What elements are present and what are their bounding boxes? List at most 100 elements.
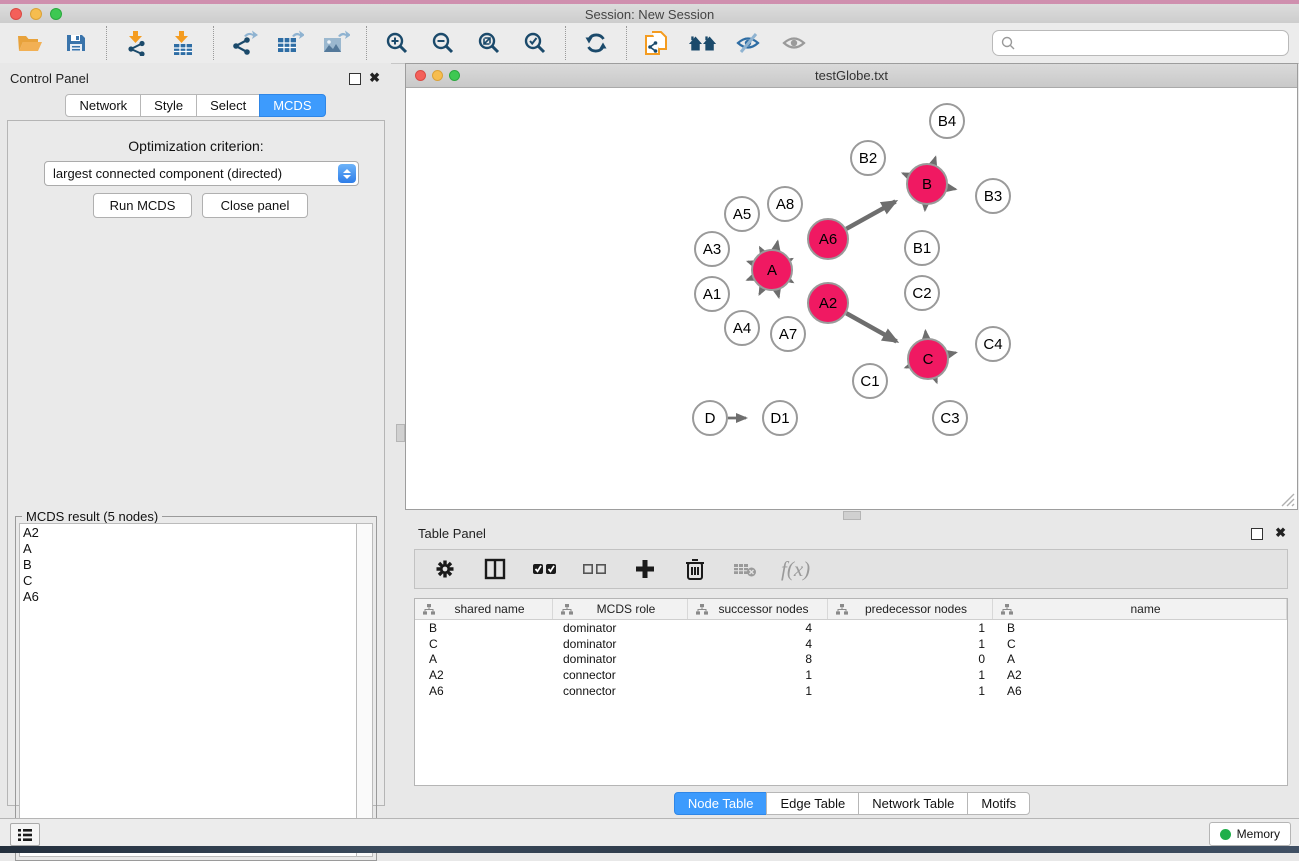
- graph-node-A5[interactable]: A5: [725, 197, 759, 231]
- tab-network-table[interactable]: Network Table: [858, 792, 968, 815]
- graph-node-C3[interactable]: C3: [933, 401, 967, 435]
- tab-motifs[interactable]: Motifs: [967, 792, 1030, 815]
- table-row[interactable]: Cdominator41C: [415, 636, 1287, 652]
- close-panel-icon[interactable]: ✖: [369, 70, 380, 86]
- refresh-view-icon[interactable]: [581, 28, 611, 58]
- search-box[interactable]: [992, 30, 1289, 56]
- first-neighbors-icon[interactable]: [688, 28, 718, 58]
- graph-node-B[interactable]: B: [907, 164, 947, 204]
- new-network-from-selection-icon[interactable]: [642, 28, 672, 58]
- edge-A6-B[interactable]: [846, 201, 895, 228]
- float-panel-icon[interactable]: [349, 73, 361, 85]
- function-builder-icon[interactable]: f(x): [781, 557, 810, 582]
- show-all-icon[interactable]: [780, 28, 810, 58]
- export-table-icon[interactable]: [275, 28, 305, 58]
- edge-C-C4[interactable]: [948, 353, 956, 355]
- select-all-columns-icon[interactable]: [531, 555, 559, 583]
- column-header-shared-name[interactable]: shared name: [415, 599, 553, 619]
- column-header-successor-nodes[interactable]: successor nodes: [688, 599, 828, 619]
- table-row[interactable]: Bdominator41B: [415, 620, 1287, 636]
- delete-columns-icon[interactable]: [681, 555, 709, 583]
- close-panel-button[interactable]: Close panel: [202, 193, 308, 218]
- edge-B-B2[interactable]: [903, 173, 908, 175]
- memory-button[interactable]: Memory: [1209, 822, 1291, 846]
- zoom-fit-icon[interactable]: [474, 28, 504, 58]
- run-mcds-button[interactable]: Run MCDS: [93, 193, 192, 218]
- horizontal-divider-grip[interactable]: [843, 511, 861, 520]
- tab-network[interactable]: Network: [65, 94, 141, 117]
- edge-A-A2[interactable]: [790, 281, 793, 283]
- mcds-result-item[interactable]: B: [23, 557, 358, 573]
- graph-node-C1[interactable]: C1: [853, 364, 887, 398]
- open-session-icon[interactable]: [15, 28, 45, 58]
- column-header-predecessor-nodes[interactable]: predecessor nodes: [828, 599, 993, 619]
- close-table-panel-icon[interactable]: ✖: [1275, 525, 1286, 541]
- delete-table-icon[interactable]: [731, 555, 759, 583]
- tab-node-table[interactable]: Node Table: [674, 792, 768, 815]
- unselect-all-columns-icon[interactable]: [581, 555, 609, 583]
- graph-node-A1[interactable]: A1: [695, 277, 729, 311]
- table-options-icon[interactable]: [431, 555, 459, 583]
- edge-A-A4[interactable]: [759, 289, 762, 295]
- graph-node-B2[interactable]: B2: [851, 141, 885, 175]
- edge-C-C1[interactable]: [906, 366, 909, 367]
- edge-B-B4[interactable]: [933, 157, 935, 164]
- window-resize-grip[interactable]: [1279, 491, 1295, 507]
- graph-node-A4[interactable]: A4: [725, 311, 759, 345]
- network-canvas[interactable]: AA1A2A3A4A5A6A7A8BB1B2B3B4CC1C2C3C4DD1: [406, 88, 1297, 509]
- graph-node-C4[interactable]: C4: [976, 327, 1010, 361]
- show-columns-icon[interactable]: [481, 555, 509, 583]
- table-row[interactable]: Adominator80A: [415, 652, 1287, 668]
- mcds-result-item[interactable]: A6: [23, 589, 358, 605]
- tab-style[interactable]: Style: [140, 94, 197, 117]
- mcds-result-item[interactable]: A2: [23, 525, 358, 541]
- edge-A-A8[interactable]: [776, 241, 778, 249]
- graph-node-D[interactable]: D: [693, 401, 727, 435]
- search-input[interactable]: [1019, 33, 1288, 53]
- zoom-in-icon[interactable]: [382, 28, 412, 58]
- graph-node-B1[interactable]: B1: [905, 231, 939, 265]
- zoom-selected-icon[interactable]: [520, 28, 550, 58]
- task-history-button[interactable]: [10, 823, 40, 846]
- edge-B-B3[interactable]: [948, 188, 956, 189]
- export-image-icon[interactable]: [321, 28, 351, 58]
- graph-node-D1[interactable]: D1: [763, 401, 797, 435]
- graph-node-B4[interactable]: B4: [930, 104, 964, 138]
- edge-C-C2[interactable]: [925, 331, 926, 338]
- graph-node-A7[interactable]: A7: [771, 317, 805, 351]
- optimization-select[interactable]: largest connected component (directed): [44, 161, 359, 186]
- mcds-result-item[interactable]: C: [23, 573, 358, 589]
- table-row[interactable]: A2connector11A2: [415, 667, 1287, 683]
- column-header-MCDS-role[interactable]: MCDS role: [553, 599, 688, 619]
- graph-node-B3[interactable]: B3: [976, 179, 1010, 213]
- hide-selected-icon[interactable]: [734, 28, 764, 58]
- save-session-icon[interactable]: [61, 28, 91, 58]
- import-table-icon[interactable]: [168, 28, 198, 58]
- edge-A-A5[interactable]: [760, 247, 762, 251]
- create-column-icon[interactable]: [631, 555, 659, 583]
- mcds-result-scrollbar[interactable]: [356, 523, 373, 857]
- edge-C-C3[interactable]: [935, 379, 936, 383]
- column-header-name[interactable]: name: [993, 599, 1287, 619]
- tab-edge-table[interactable]: Edge Table: [766, 792, 859, 815]
- edge-A-A6[interactable]: [790, 259, 792, 260]
- table-row[interactable]: A6connector11A6: [415, 683, 1287, 699]
- vertical-divider-grip[interactable]: [396, 424, 405, 442]
- zoom-out-icon[interactable]: [428, 28, 458, 58]
- mcds-result-item[interactable]: A: [23, 541, 358, 557]
- graph-node-A6[interactable]: A6: [808, 219, 848, 259]
- edge-A-A7[interactable]: [777, 290, 779, 297]
- float-table-panel-icon[interactable]: [1251, 528, 1263, 540]
- edge-A-A1[interactable]: [747, 278, 752, 280]
- mcds-result-list[interactable]: A2ABCA6: [19, 523, 358, 857]
- graph-node-A[interactable]: A: [752, 250, 792, 290]
- export-network-icon[interactable]: [229, 28, 259, 58]
- graph-node-A8[interactable]: A8: [768, 187, 802, 221]
- graph-node-C2[interactable]: C2: [905, 276, 939, 310]
- tab-select[interactable]: Select: [196, 94, 260, 117]
- import-network-icon[interactable]: [122, 28, 152, 58]
- tab-mcds[interactable]: MCDS: [259, 94, 325, 117]
- graph-node-A3[interactable]: A3: [695, 232, 729, 266]
- graph-node-A2[interactable]: A2: [808, 283, 848, 323]
- edge-A-A3[interactable]: [748, 262, 752, 264]
